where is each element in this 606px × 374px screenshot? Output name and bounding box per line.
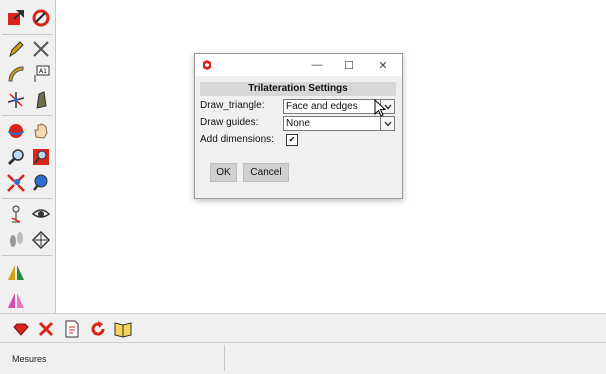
select-icon[interactable] xyxy=(5,7,27,29)
trilateration-dialog: — ☐ ✕ Trilateration Settings Draw_triang… xyxy=(194,53,403,199)
svg-text:A1: A1 xyxy=(39,68,47,75)
arc-icon[interactable] xyxy=(30,38,52,60)
zoom-window-icon[interactable] xyxy=(30,146,52,168)
draw-guides-label: Draw guides: xyxy=(200,117,259,128)
protractor-icon[interactable] xyxy=(5,63,27,85)
pan-icon[interactable] xyxy=(30,120,52,142)
mirror-icon[interactable] xyxy=(5,261,27,283)
measurements-field[interactable]: Mesures xyxy=(2,345,225,371)
draw-triangle-label: Draw_triangle: xyxy=(200,100,265,111)
axes-icon[interactable] xyxy=(5,89,27,111)
zoom-icon[interactable] xyxy=(5,146,27,168)
delete-icon[interactable] xyxy=(35,318,57,340)
look-around-icon[interactable] xyxy=(30,203,52,225)
flip-icon[interactable] xyxy=(5,289,27,311)
checkmark-icon: ✔ xyxy=(288,135,296,144)
previous-view-icon[interactable] xyxy=(30,172,52,194)
redo-icon[interactable] xyxy=(87,318,109,340)
close-button[interactable]: ✕ xyxy=(373,57,393,73)
app-icon xyxy=(203,60,211,70)
text-icon[interactable]: A1 xyxy=(30,63,52,85)
left-toolbar: A1 xyxy=(0,0,56,313)
ruby-icon[interactable] xyxy=(10,318,32,340)
pencil-icon[interactable] xyxy=(5,38,27,60)
walk-icon[interactable] xyxy=(5,229,27,251)
tape-icon[interactable] xyxy=(30,229,52,251)
document-icon[interactable] xyxy=(61,318,83,340)
status-bar: Mesures xyxy=(0,342,606,374)
paint-icon[interactable] xyxy=(30,7,52,29)
book-icon[interactable] xyxy=(112,318,134,340)
minimize-button[interactable]: — xyxy=(307,57,327,73)
section-icon[interactable] xyxy=(30,89,52,111)
zoom-extents-icon[interactable] xyxy=(5,172,27,194)
orbit-icon[interactable] xyxy=(5,120,27,142)
cancel-button[interactable]: Cancel xyxy=(243,163,289,182)
dialog-header: Trilateration Settings xyxy=(200,82,396,96)
dialog-titlebar[interactable]: — ☐ ✕ xyxy=(195,54,402,76)
maximize-button[interactable]: ☐ xyxy=(339,57,359,73)
bottom-toolbar xyxy=(0,313,606,343)
measurements-label: Mesures xyxy=(12,354,47,364)
mouse-cursor-icon xyxy=(374,99,387,117)
ok-button[interactable]: OK xyxy=(210,163,237,182)
add-dimensions-checkbox[interactable]: ✔ xyxy=(286,134,298,146)
draw-guides-value: None xyxy=(286,118,310,129)
position-camera-icon[interactable] xyxy=(5,203,27,225)
add-dimensions-label: Add dimensions: xyxy=(200,134,274,145)
draw-triangle-value: Face and edges xyxy=(286,101,358,112)
